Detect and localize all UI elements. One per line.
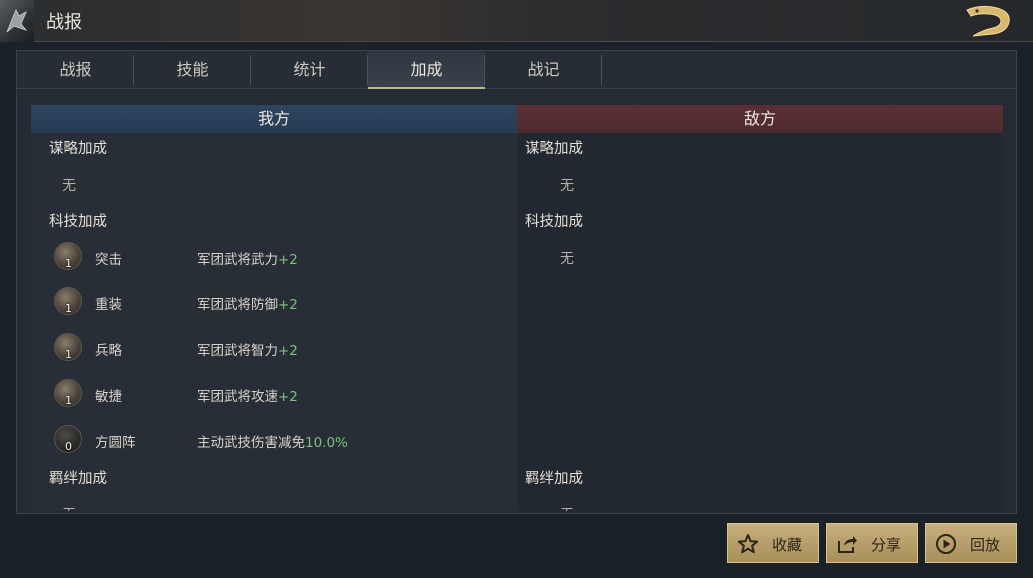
tech-bonus-value: 无 xyxy=(560,251,574,267)
tech-effect-text: 军团武将攻速 xyxy=(197,389,278,405)
tech-effect: 主动武技伤害减免10.0% xyxy=(197,431,348,451)
tech-effect-value: +2 xyxy=(278,252,298,268)
tech-row-assault[interactable]: 1 突击 军团武将武力+2 xyxy=(31,240,517,274)
tech-effect-value: +2 xyxy=(278,343,298,359)
strategy-bonus-value: 无 xyxy=(560,178,574,194)
strategy-bonus-title: 谋略加成 xyxy=(525,141,583,157)
tab-label: 战报 xyxy=(59,60,92,79)
tech-bonus-title: 科技加成 xyxy=(525,214,583,230)
replay-button[interactable]: 回放 xyxy=(925,523,1017,563)
play-circle-icon xyxy=(936,534,956,554)
strategy-bonus-value: 无 xyxy=(62,178,76,194)
tech-effect: 军团武将武力+2 xyxy=(197,248,298,268)
tab-label: 加成 xyxy=(410,60,443,79)
tech-name: 敏捷 xyxy=(95,389,122,405)
tech-effect-text: 军团武将防御 xyxy=(197,297,278,313)
tech-effect-text: 军团武将武力 xyxy=(197,252,278,268)
page-title: 战报 xyxy=(46,12,82,33)
tech-bonus-title: 科技加成 xyxy=(49,214,107,230)
tab-skills[interactable]: 技能 xyxy=(134,51,251,88)
our-side-header: 我方 xyxy=(31,105,517,133)
bond-bonus-value: 无 xyxy=(62,504,76,511)
tab-bar: 战报 技能 统计 加成 战记 xyxy=(17,51,1016,89)
emblem-icon xyxy=(0,0,34,42)
tab-bonus[interactable]: 加成 xyxy=(368,51,485,89)
favorite-button[interactable]: 收藏 xyxy=(727,523,819,563)
replay-label: 回放 xyxy=(970,536,1001,554)
tech-effect: 军团武将防御+2 xyxy=(197,293,298,313)
assault-tech-icon: 1 xyxy=(54,242,82,270)
tech-row-square-formation[interactable]: 0 方圆阵 主动武技伤害减免10.0% xyxy=(31,423,517,457)
enemy-side-column: 谋略加成 无 科技加成 无 羁绊加成 无 xyxy=(517,133,1003,511)
star-icon xyxy=(737,534,759,554)
tab-report[interactable]: 战报 xyxy=(17,51,134,88)
strategy-tech-icon: 1 xyxy=(54,333,82,361)
bond-bonus-title: 羁绊加成 xyxy=(525,471,583,487)
favorite-label: 收藏 xyxy=(772,536,803,554)
square-formation-tech-icon: 0 xyxy=(54,425,82,453)
share-icon xyxy=(838,536,857,553)
tech-level: 1 xyxy=(65,394,72,407)
enemy-side-header: 敌方 xyxy=(517,105,1003,133)
tech-level: 1 xyxy=(65,257,72,270)
tech-effect-text: 主动武技伤害减免 xyxy=(197,435,305,451)
tech-row-strategy[interactable]: 1 兵略 军团武将智力+2 xyxy=(31,331,517,365)
tab-stats[interactable]: 统计 xyxy=(251,51,368,88)
heavy-armor-tech-icon: 1 xyxy=(54,287,82,315)
tech-name: 重装 xyxy=(95,297,122,313)
tech-effect: 军团武将智力+2 xyxy=(197,339,298,359)
close-button[interactable] xyxy=(959,2,1017,40)
tech-level: 0 xyxy=(65,440,72,453)
bond-bonus-title: 羁绊加成 xyxy=(49,471,107,487)
tech-name: 突击 xyxy=(95,252,122,268)
tech-effect: 军团武将攻速+2 xyxy=(197,385,298,405)
tech-effect-value: +2 xyxy=(278,389,298,405)
report-panel: 战报 技能 统计 加成 战记 我方 敌方 谋略加成 无 科技加成 1 突击 军团… xyxy=(16,50,1017,514)
tab-divider xyxy=(601,55,602,85)
share-label: 分享 xyxy=(871,536,902,554)
agility-tech-icon: 1 xyxy=(54,379,82,407)
strategy-bonus-title: 谋略加成 xyxy=(49,141,107,157)
tech-level: 1 xyxy=(65,348,72,361)
tab-label: 战记 xyxy=(527,60,560,79)
our-side-column: 谋略加成 无 科技加成 1 突击 军团武将武力+2 1 重装 军团武将防御+2 … xyxy=(31,133,517,511)
tech-row-agility[interactable]: 1 敏捷 军团武将攻速+2 xyxy=(31,377,517,411)
tech-effect-value: +2 xyxy=(278,297,298,313)
tech-name: 方圆阵 xyxy=(95,435,136,451)
dragon-close-icon xyxy=(966,5,1010,37)
tab-battle-log[interactable]: 战记 xyxy=(485,51,602,88)
bonus-content[interactable]: 我方 敌方 谋略加成 无 科技加成 1 突击 军团武将武力+2 1 重装 军团武… xyxy=(31,105,1003,511)
tech-effect-value: 10.0% xyxy=(305,435,348,451)
tech-name: 兵略 xyxy=(95,343,122,359)
tab-label: 技能 xyxy=(176,60,209,79)
tech-row-heavy-armor[interactable]: 1 重装 军团武将防御+2 xyxy=(31,285,517,319)
share-button[interactable]: 分享 xyxy=(826,523,918,563)
title-bar: 战报 xyxy=(0,0,1033,42)
tech-level: 1 xyxy=(65,302,72,315)
bond-bonus-value: 无 xyxy=(560,504,574,511)
tab-label: 统计 xyxy=(293,60,326,79)
tech-effect-text: 军团武将智力 xyxy=(197,343,278,359)
